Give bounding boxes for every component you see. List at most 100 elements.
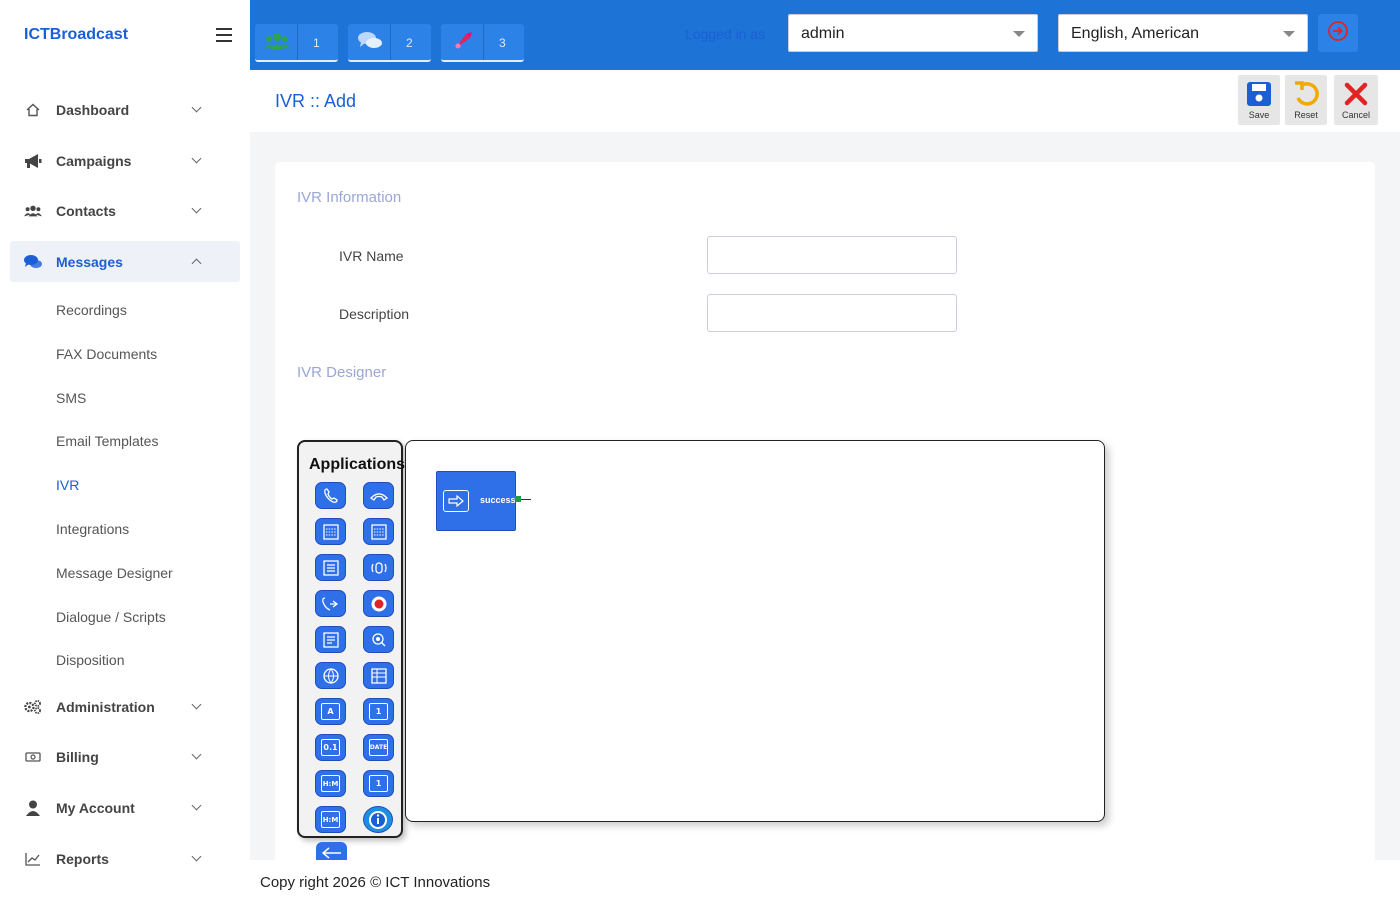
start-node-label: success: [480, 495, 516, 505]
sidebar-item-label: My Account: [56, 799, 135, 816]
megaphone-icon: [24, 152, 42, 170]
say-digits-icon[interactable]: 0.1: [315, 734, 346, 761]
speech-recognition-icon[interactable]: [363, 626, 394, 653]
broadcast-count: 3: [499, 36, 506, 50]
brand-logo[interactable]: ICTBroadcast: [24, 26, 128, 44]
sidebar-item-administration[interactable]: Administration: [10, 686, 240, 727]
chevron-up-icon: [191, 258, 202, 269]
users-icon: [263, 30, 291, 52]
ivr-designer-canvas[interactable]: success: [405, 440, 1105, 822]
sidebar-subitem-ivr[interactable]: IVR: [56, 477, 79, 493]
sidebar-subitem-sms[interactable]: SMS: [56, 390, 86, 406]
home-icon: [24, 101, 42, 119]
logout-button[interactable]: [1318, 14, 1358, 52]
sign-out-icon: [1327, 20, 1349, 47]
chevron-down-icon: [191, 153, 202, 164]
sidebar: ICTBroadcast Dashboard Campaigns Contact…: [0, 0, 250, 900]
answer-call-icon[interactable]: [315, 482, 346, 509]
record-icon[interactable]: [363, 590, 394, 617]
sidebar-item-messages[interactable]: Messages: [10, 241, 240, 282]
sidebar-item-label: Campaigns: [56, 152, 132, 169]
footer-copyright: Copy right 2026 © ICT Innovations: [260, 874, 491, 891]
chevron-down-icon: [191, 851, 202, 862]
chevron-down-icon: [1283, 31, 1295, 37]
chevron-down-icon: [1013, 31, 1025, 37]
chevron-down-icon: [191, 800, 202, 811]
description-label: Description: [339, 306, 410, 322]
icon-glyph: A: [321, 703, 340, 720]
user-select-value: admin: [801, 25, 845, 42]
start-node[interactable]: success: [436, 471, 531, 531]
applications-palette: Applications A 1 0.1 DATE H:M 1 H:M: [297, 440, 406, 838]
chevron-down-icon: [191, 749, 202, 760]
icon-glyph: DATE: [369, 739, 388, 756]
sidebar-item-label: Dashboard: [56, 101, 130, 118]
language-select-value: English, American: [1071, 25, 1200, 42]
sidebar-subitem-email-templates[interactable]: Email Templates: [56, 433, 158, 449]
logged-in-label: Logged in as: [685, 26, 766, 42]
sidebar-subitem-fax-documents[interactable]: FAX Documents: [56, 346, 157, 362]
sidebar-item-contacts[interactable]: Contacts: [10, 190, 240, 231]
sidebar-item-campaigns[interactable]: Campaigns: [10, 140, 240, 181]
section-title-ivr-information: IVR Information: [297, 189, 402, 206]
sidebar-subitem-message-designer[interactable]: Message Designer: [56, 565, 173, 581]
say-alpha-icon[interactable]: A: [315, 698, 346, 725]
say-time-icon[interactable]: H:M: [315, 770, 346, 797]
section-title-ivr-designer: IVR Designer: [297, 364, 387, 381]
save-label: Save: [1248, 110, 1270, 120]
sidebar-subitem-integrations[interactable]: Integrations: [56, 521, 129, 537]
info-icon[interactable]: [363, 806, 393, 833]
icon-glyph: 1: [369, 703, 388, 720]
keypad-icon[interactable]: [315, 518, 346, 545]
sidebar-item-billing[interactable]: Billing: [10, 736, 240, 777]
top-bar: 1 2 3 Logged in as admin English, Americ…: [250, 0, 1400, 70]
chevron-down-icon: [191, 699, 202, 710]
say-date-icon[interactable]: DATE: [363, 734, 394, 761]
user-select[interactable]: admin: [788, 14, 1038, 52]
description-input[interactable]: [707, 294, 957, 332]
say-number-icon[interactable]: 1: [363, 698, 394, 725]
sidebar-item-label: Billing: [56, 748, 99, 765]
form-icon[interactable]: [315, 626, 346, 653]
user-icon: [24, 799, 42, 817]
language-select[interactable]: English, American: [1058, 14, 1308, 52]
keypad-icon[interactable]: [363, 518, 394, 545]
transfer-icon[interactable]: [315, 590, 346, 617]
sidebar-subitem-dialogue-scripts[interactable]: Dialogue / Scripts: [56, 609, 166, 625]
icon-glyph: 1: [369, 775, 388, 792]
undo-icon: [1291, 79, 1321, 109]
messages-count: 2: [406, 36, 413, 50]
time-condition-icon[interactable]: H:M: [315, 806, 346, 833]
sidebar-item-dashboard[interactable]: Dashboard: [10, 89, 240, 130]
online-users-button[interactable]: 1: [255, 24, 338, 62]
messages-button[interactable]: 2: [348, 24, 431, 62]
sidebar-item-label: Administration: [56, 698, 155, 715]
sidebar-subitem-disposition[interactable]: Disposition: [56, 652, 124, 668]
hamburger-menu-icon[interactable]: [216, 28, 232, 42]
globe-icon[interactable]: [315, 662, 346, 689]
broadcast-button[interactable]: 3: [441, 24, 524, 62]
list-icon[interactable]: [315, 554, 346, 581]
divider: [483, 24, 484, 60]
save-button[interactable]: Save: [1238, 75, 1280, 125]
play-audio-icon[interactable]: [363, 554, 394, 581]
sidebar-item-my-account[interactable]: My Account: [10, 787, 240, 828]
sidebar-item-label: Messages: [56, 253, 123, 270]
cancel-button[interactable]: Cancel: [1334, 75, 1378, 125]
icon-glyph: 0.1: [321, 739, 340, 756]
reset-button[interactable]: Reset: [1285, 75, 1327, 125]
ivr-name-input[interactable]: [707, 236, 957, 274]
sidebar-item-reports[interactable]: Reports: [10, 838, 240, 879]
database-table-icon[interactable]: [363, 662, 394, 689]
node-wire: [521, 499, 531, 500]
hangup-icon[interactable]: [363, 482, 394, 509]
page-title: IVR :: Add: [275, 91, 357, 111]
line-chart-icon: [24, 850, 42, 868]
say-number-icon[interactable]: 1: [363, 770, 394, 797]
start-arrow-icon: [443, 490, 469, 512]
sidebar-subitem-recordings[interactable]: Recordings: [56, 302, 127, 318]
close-icon: [1341, 79, 1371, 109]
users-count: 1: [313, 36, 320, 50]
palette-title: Applications: [309, 456, 406, 473]
sidebar-item-label: Contacts: [56, 202, 116, 219]
